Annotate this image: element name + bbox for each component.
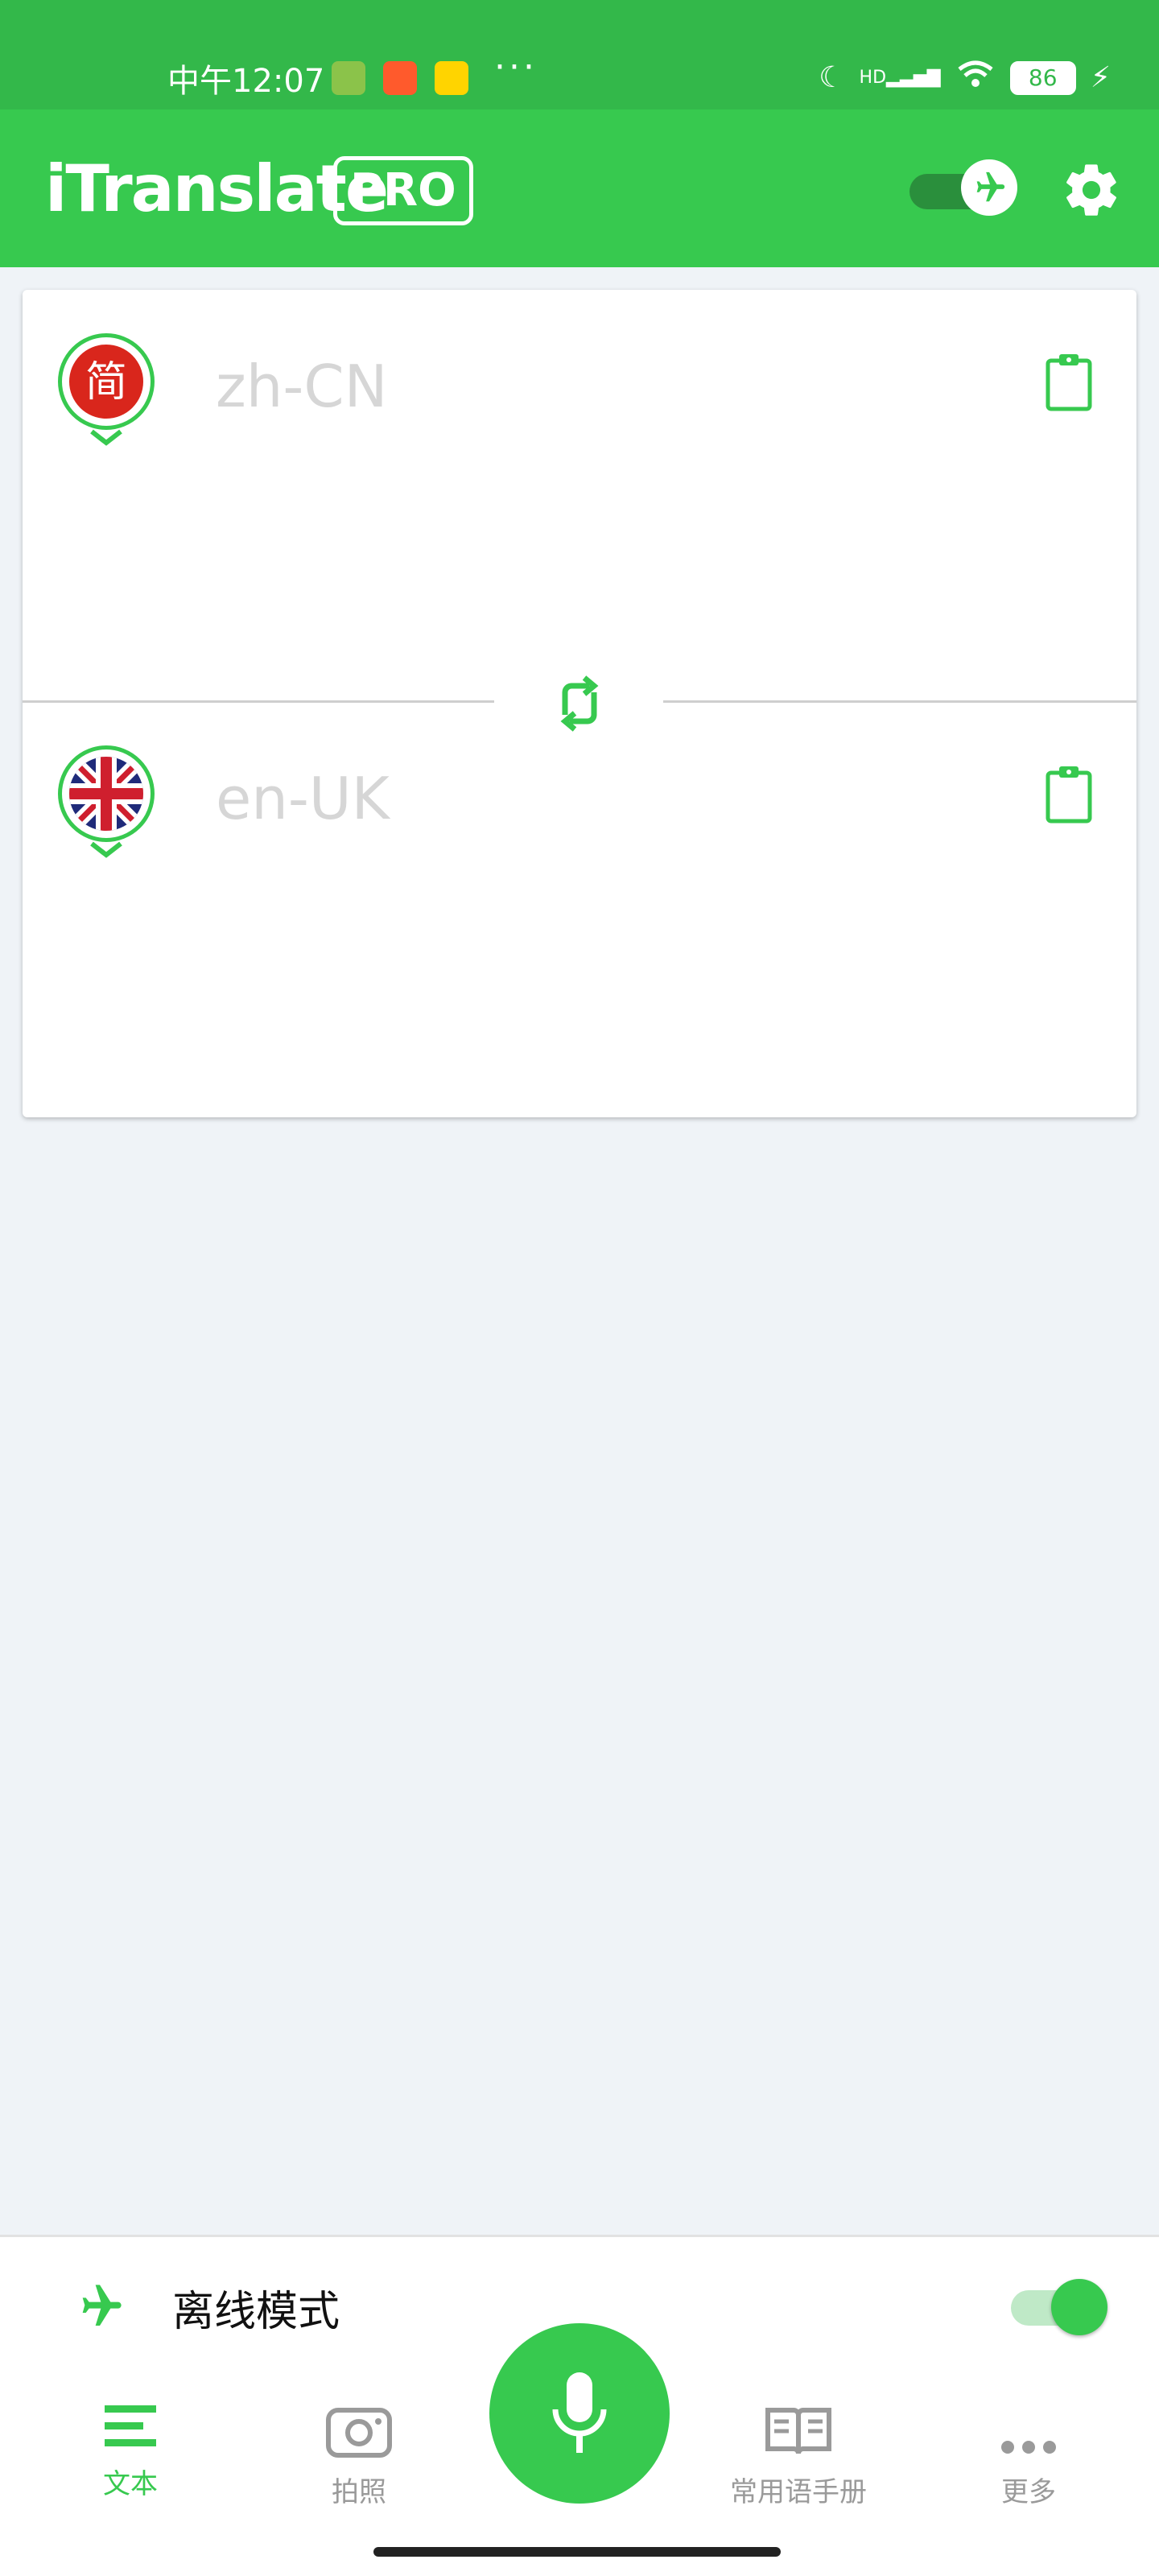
nav-label: 文本 xyxy=(103,2468,158,2500)
airplane-icon xyxy=(961,159,1017,216)
nav-phrasebook-tab[interactable]: 常用语手册 xyxy=(718,2402,879,2509)
divider xyxy=(23,700,494,703)
chevron-down-icon[interactable] xyxy=(89,428,124,446)
source-language-row: 简 zh-CN xyxy=(58,333,1101,446)
nav-more-tab[interactable]: 更多 xyxy=(948,2402,1109,2509)
target-language-flag[interactable] xyxy=(58,745,155,842)
microphone-icon xyxy=(552,2372,607,2453)
source-language-label[interactable]: zh-CN xyxy=(216,353,388,420)
moon-icon: ☾ xyxy=(819,61,845,94)
source-text-input[interactable] xyxy=(58,459,1101,660)
settings-gear-icon[interactable] xyxy=(1061,159,1122,221)
more-dots-icon xyxy=(1001,2441,1056,2454)
chevron-down-icon[interactable] xyxy=(89,840,124,858)
nav-camera-tab[interactable]: 拍照 xyxy=(278,2402,439,2509)
status-bar: 中午12:07 ··· ☾ HD▂▃▅▇ 86 ⚡ xyxy=(0,0,1159,109)
target-language-row: en-UK xyxy=(58,745,1101,858)
paste-clipboard-icon[interactable] xyxy=(1037,349,1101,414)
more-notifications-icon: ··· xyxy=(494,47,538,88)
wifi-icon xyxy=(955,58,996,97)
notification-app-icon xyxy=(435,61,468,95)
microphone-button[interactable] xyxy=(489,2323,670,2504)
paste-clipboard-icon[interactable] xyxy=(1037,762,1101,826)
pro-badge: PRO xyxy=(333,156,473,225)
target-text-output xyxy=(58,869,1101,1079)
text-lines-icon xyxy=(105,2405,156,2446)
nav-label: 更多 xyxy=(1001,2476,1056,2508)
phrasebook-icon xyxy=(765,2408,831,2454)
divider xyxy=(663,700,1136,703)
nav-label: 拍照 xyxy=(332,2476,386,2508)
charging-icon: ⚡ xyxy=(1090,61,1111,94)
app-bar: iTranslate PRO xyxy=(0,109,1159,267)
flag-glyph: 简 xyxy=(85,358,127,407)
home-indicator[interactable] xyxy=(373,2547,781,2557)
airplane-icon xyxy=(69,2281,130,2332)
notification-app-icon xyxy=(383,61,417,95)
status-indicators: ☾ HD▂▃▅▇ 86 ⚡ xyxy=(819,58,1111,97)
source-language-flag[interactable]: 简 xyxy=(58,333,155,430)
battery-icon: 86 xyxy=(1009,60,1076,95)
offline-mode-label: 离线模式 xyxy=(172,2288,340,2336)
offline-mode-switch[interactable] xyxy=(1011,2279,1107,2335)
target-language-label[interactable]: en-UK xyxy=(216,765,390,832)
nav-text-tab[interactable]: 文本 xyxy=(50,2402,211,2501)
signal-icon: HD▂▃▅▇ xyxy=(859,68,941,88)
switch-knob xyxy=(1051,2279,1107,2335)
nav-label: 常用语手册 xyxy=(730,2476,867,2508)
translation-card: 简 zh-CN en-UK xyxy=(23,290,1136,1117)
camera-icon xyxy=(326,2408,392,2458)
status-time: 中午12:07 xyxy=(167,63,325,100)
offline-mode-toggle[interactable] xyxy=(909,159,1017,217)
swap-languages-icon[interactable] xyxy=(544,668,615,739)
bottom-navigation: 文本 拍照 常用语手册 更多 xyxy=(0,2323,1159,2576)
notification-app-icon xyxy=(332,61,365,95)
